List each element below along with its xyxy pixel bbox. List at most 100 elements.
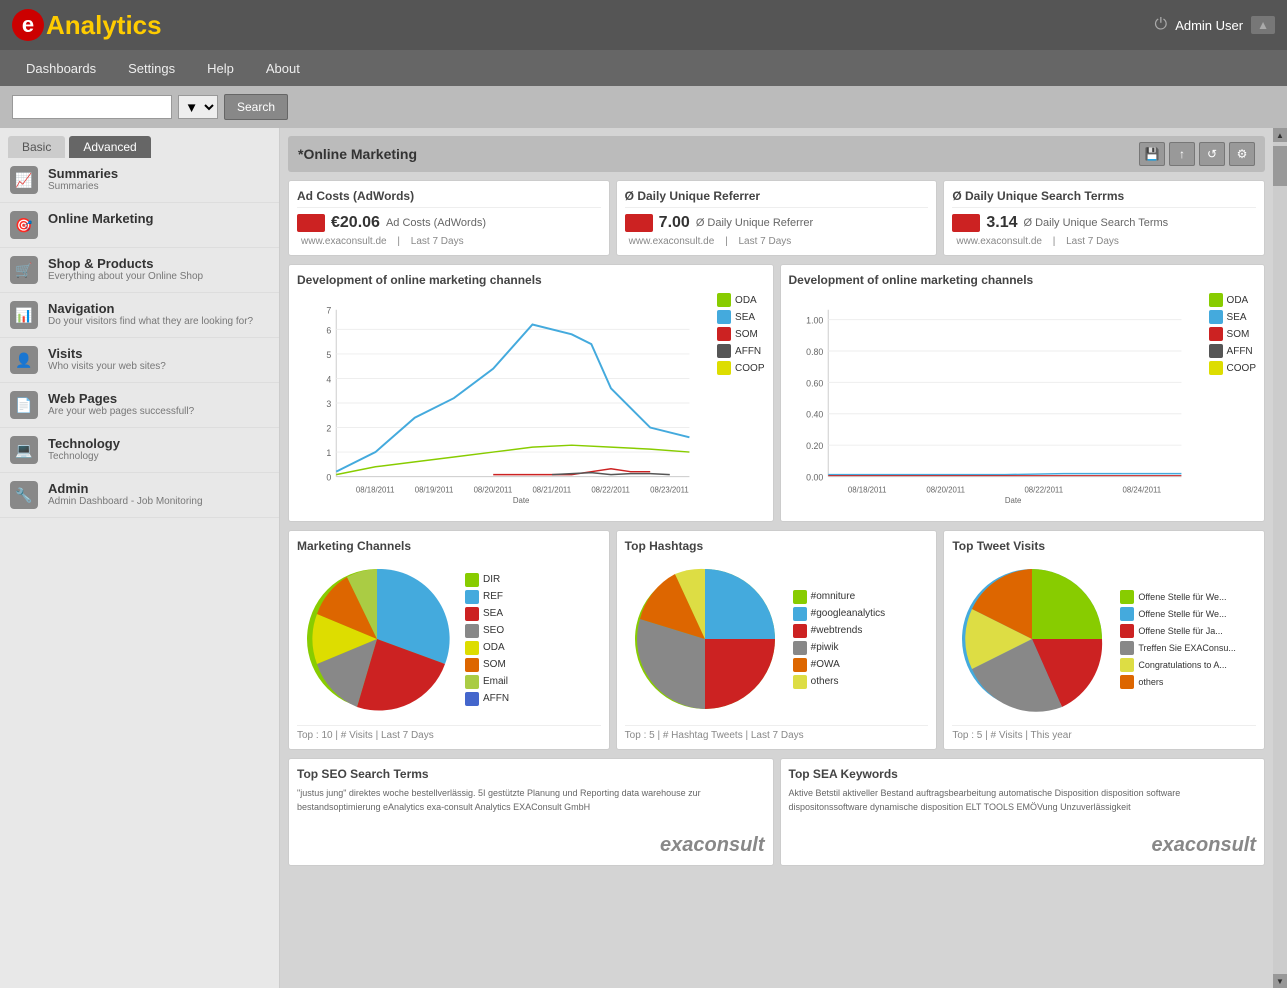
kpi-ad-costs-color xyxy=(297,214,325,232)
sidebar-tab-basic[interactable]: Basic xyxy=(8,136,65,158)
web-pages-icon: 📄 xyxy=(10,391,38,419)
sidebar-label-online-marketing: Online Marketing xyxy=(48,211,153,226)
legend-r-affn: AFFN xyxy=(1209,344,1256,358)
top-tweet-visits-widget: Top Tweet Visits Offene Stelle für We...… xyxy=(943,530,1265,750)
sidebar-item-admin[interactable]: 🔧 Admin Admin Dashboard - Job Monitoring xyxy=(0,473,279,518)
svg-text:3: 3 xyxy=(326,399,331,409)
nav-bar: Dashboards Settings Help About xyxy=(0,50,1287,86)
admin-user-label: Admin User xyxy=(1175,18,1243,33)
sidebar-sub-shop-products: Everything about your Online Shop xyxy=(48,271,203,282)
sidebar-label-shop-products: Shop & Products xyxy=(48,256,203,271)
app-header: e Analytics ⏻ Admin User ▲ xyxy=(0,0,1287,50)
sidebar-item-web-pages[interactable]: 📄 Web Pages Are your web pages successfu… xyxy=(0,383,279,428)
svg-text:08/24/2011: 08/24/2011 xyxy=(1122,485,1161,494)
sidebar-item-navigation[interactable]: 📊 Navigation Do your visitors find what … xyxy=(0,293,279,338)
share-icon-btn[interactable]: ↑ xyxy=(1169,142,1195,166)
scroll-thumb[interactable] xyxy=(1273,146,1287,186)
settings-icon-btn[interactable]: ⚙ xyxy=(1229,142,1255,166)
sea-keywords-card: Top SEA Keywords Aktive Betstil aktivell… xyxy=(780,758,1266,866)
legend-r-som: SOM xyxy=(1209,327,1256,341)
legend-sea: SEA xyxy=(717,310,764,324)
marketing-channels-pie xyxy=(297,559,457,719)
refresh-icon-btn[interactable]: ↺ xyxy=(1199,142,1225,166)
svg-text:08/18/2011: 08/18/2011 xyxy=(847,485,886,494)
logo-area: e Analytics xyxy=(12,9,1155,41)
svg-text:7: 7 xyxy=(326,306,331,316)
online-marketing-icon: 🎯 xyxy=(10,211,38,239)
main-layout: Basic Advanced 📈 Summaries Summaries 🎯 O… xyxy=(0,128,1287,988)
nav-about[interactable]: About xyxy=(252,55,314,82)
page-title: *Online Marketing xyxy=(298,146,417,162)
top-tweet-legend: Offene Stelle für We... Offene Stelle fü… xyxy=(1120,590,1236,689)
kpi-daily-referrer-value: 7.00 xyxy=(659,214,690,232)
svg-text:1.00: 1.00 xyxy=(806,316,823,326)
line-chart-right-legend: ODA SEA SOM AFFN xyxy=(1209,293,1256,375)
sidebar-sub-navigation: Do your visitors find what they are look… xyxy=(48,316,253,327)
kpi-row: Ad Costs (AdWords) €20.06 Ad Costs (AdWo… xyxy=(288,180,1265,256)
sidebar-item-online-marketing[interactable]: 🎯 Online Marketing xyxy=(0,203,279,248)
svg-text:08/22/2011: 08/22/2011 xyxy=(591,485,630,494)
legend-oda: ODA xyxy=(717,293,764,307)
sidebar-item-visits[interactable]: 👤 Visits Who visits your web sites? xyxy=(0,338,279,383)
sidebar-label-visits: Visits xyxy=(48,346,166,361)
kpi-daily-referrer-title: Ø Daily Unique Referrer xyxy=(625,189,929,208)
kpi-daily-referrer-footer: www.exaconsult.de | Last 7 Days xyxy=(625,236,929,247)
top-hashtags-legend: #omniture #googleanalytics #webtrends #p… xyxy=(793,590,886,689)
line-chart-left-svg: 0 1 2 3 4 5 6 7 08/18/2011 08/19/2011 08… xyxy=(297,293,709,513)
pie-charts-row: Marketing Channels xyxy=(288,530,1265,750)
sidebar-sub-visits: Who visits your web sites? xyxy=(48,361,166,372)
nav-settings[interactable]: Settings xyxy=(114,55,189,82)
logo-text: Analytics xyxy=(46,10,162,41)
search-dropdown[interactable]: ▼ xyxy=(178,95,218,119)
svg-text:0.60: 0.60 xyxy=(806,378,823,388)
top-hashtags-widget: Top Hashtags #omniture #googleanalytics … xyxy=(616,530,938,750)
sidebar-sub-web-pages: Are your web pages successfull? xyxy=(48,406,194,417)
svg-text:0.20: 0.20 xyxy=(806,441,823,451)
sidebar-label-summaries: Summaries xyxy=(48,166,118,181)
top-tweet-visits-pie xyxy=(952,559,1112,719)
kpi-search-terms-value: 3.14 xyxy=(986,214,1017,232)
marketing-channels-widget: Marketing Channels xyxy=(288,530,610,750)
shop-products-icon: 🛒 xyxy=(10,256,38,284)
chevron-up-icon[interactable]: ▲ xyxy=(1251,16,1275,34)
legend-r-oda: ODA xyxy=(1209,293,1256,307)
sidebar-item-shop-products[interactable]: 🛒 Shop & Products Everything about your … xyxy=(0,248,279,293)
legend-r-coop: COOP xyxy=(1209,361,1256,375)
top-hashtags-footer: Top : 5 | # Hashtag Tweets | Last 7 Days xyxy=(625,725,929,741)
scroll-track[interactable] xyxy=(1273,142,1287,974)
admin-icon: 🔧 xyxy=(10,481,38,509)
kpi-search-terms-color xyxy=(952,214,980,232)
seo-title: Top SEO Search Terms xyxy=(297,767,765,781)
svg-text:4: 4 xyxy=(326,374,331,384)
search-input[interactable] xyxy=(12,95,172,119)
svg-text:0.00: 0.00 xyxy=(806,473,823,483)
sidebar-item-technology[interactable]: 💻 Technology Technology xyxy=(0,428,279,473)
line-chart-right-svg: 0.00 0.20 0.40 0.60 0.80 1.00 08/18/2011… xyxy=(789,293,1201,513)
svg-text:08/19/2011: 08/19/2011 xyxy=(415,485,454,494)
logo-icon: e xyxy=(12,9,44,41)
svg-text:6: 6 xyxy=(326,325,331,335)
top-hashtags-pie xyxy=(625,559,785,719)
sidebar-label-navigation: Navigation xyxy=(48,301,253,316)
top-tweet-visits-footer: Top : 5 | # Visits | This year xyxy=(952,725,1256,741)
svg-text:5: 5 xyxy=(326,350,331,360)
legend-som: SOM xyxy=(717,327,764,341)
line-charts-row: Development of online marketing channels xyxy=(288,264,1265,522)
sidebar-tab-advanced[interactable]: Advanced xyxy=(69,136,150,158)
svg-text:08/18/2011: 08/18/2011 xyxy=(356,485,395,494)
nav-dashboards[interactable]: Dashboards xyxy=(12,55,110,82)
nav-help[interactable]: Help xyxy=(193,55,248,82)
sidebar-item-summaries[interactable]: 📈 Summaries Summaries xyxy=(0,158,279,203)
search-button[interactable]: Search xyxy=(224,94,288,120)
scroll-down-btn[interactable]: ▼ xyxy=(1273,974,1287,988)
scrollbar[interactable]: ▲ ▼ xyxy=(1273,128,1287,988)
svg-text:2: 2 xyxy=(326,423,331,433)
save-icon-btn[interactable]: 💾 xyxy=(1139,142,1165,166)
seo-search-terms-card: Top SEO Search Terms "justus jung" direk… xyxy=(288,758,774,866)
power-icon[interactable]: ⏻ xyxy=(1155,16,1168,34)
scroll-up-btn[interactable]: ▲ xyxy=(1273,128,1287,142)
line-chart-left-title: Development of online marketing channels xyxy=(297,273,765,287)
content-header: *Online Marketing 💾 ↑ ↺ ⚙ xyxy=(288,136,1265,172)
kpi-ad-costs-label: Ad Costs (AdWords) xyxy=(386,217,486,229)
line-chart-right-title: Development of online marketing channels xyxy=(789,273,1257,287)
